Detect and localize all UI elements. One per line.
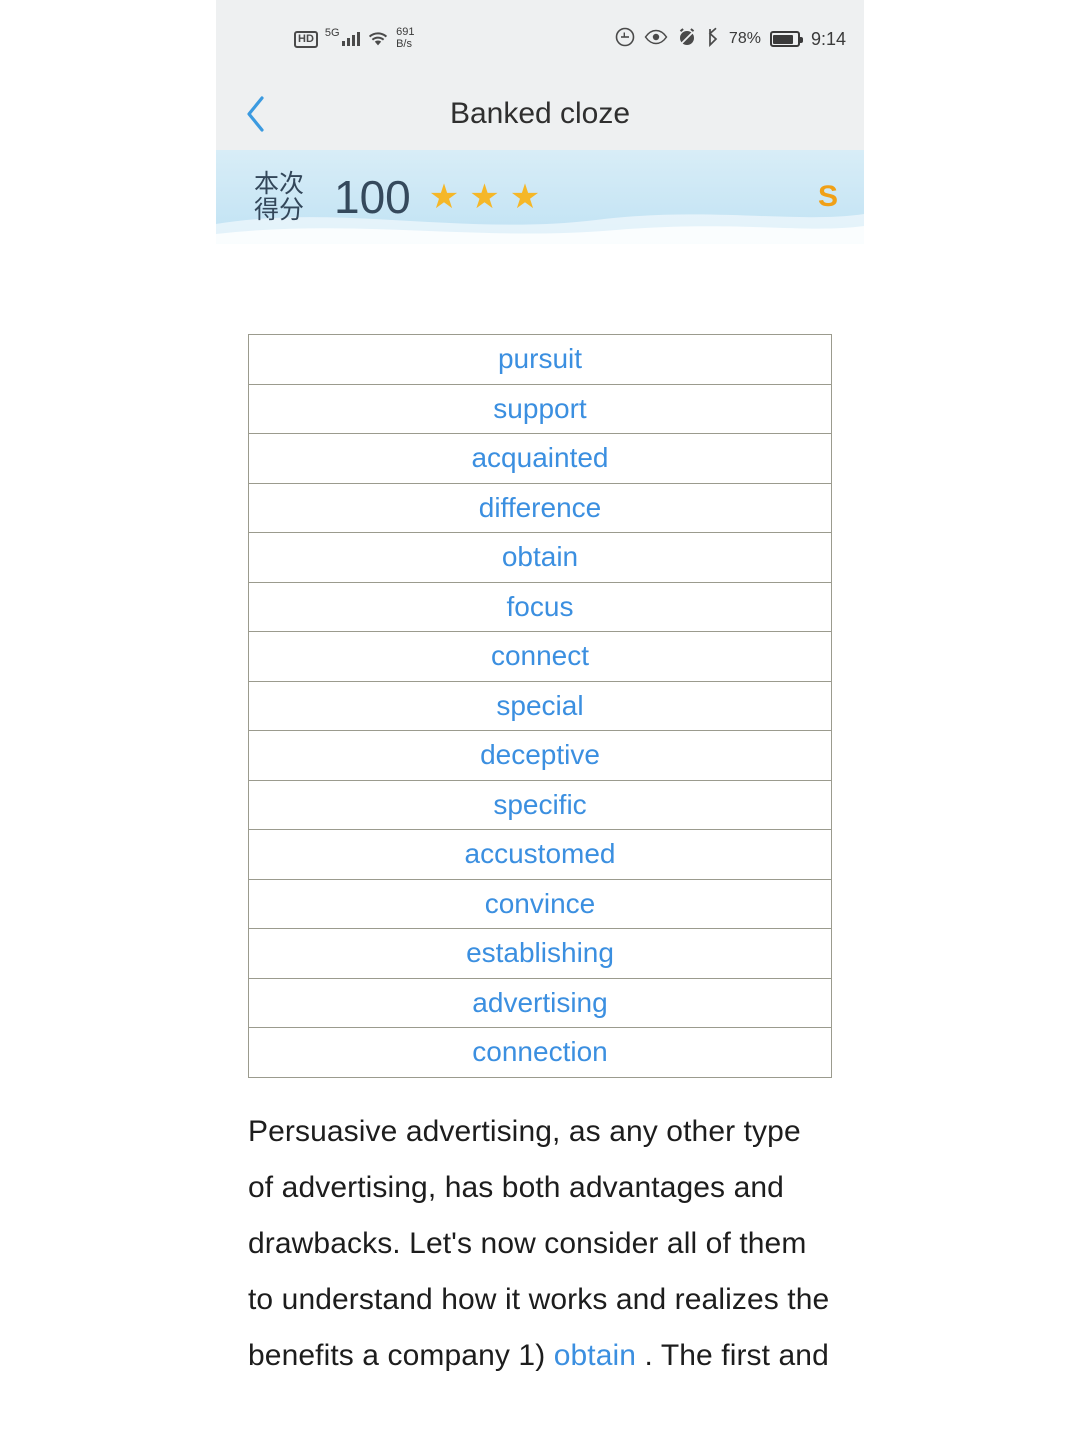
word-bank-label: connection [472, 1036, 608, 1068]
score-banner: 本次得分 100 ★ ★ ★ S [216, 150, 864, 244]
word-bank-row[interactable]: convince [249, 880, 831, 929]
word-bank-label: difference [478, 491, 602, 523]
wifi-icon [367, 31, 389, 48]
back-button[interactable] [234, 92, 278, 136]
word-bank-row[interactable]: deceptive [249, 731, 831, 781]
alarm-mute-icon [677, 27, 697, 52]
word-bank-table: pursuit support acquainted difference ob… [248, 334, 832, 1078]
word-bank-row[interactable]: acquainted [249, 434, 831, 484]
word-bank-label: deceptive [480, 739, 600, 771]
phone-screen: HD 5G 691 B/s 78% 9:14 Banked cloze 本次得分… [216, 0, 864, 1439]
word-bank-row[interactable]: accustomed [249, 830, 831, 880]
word-bank-row[interactable]: advertising [249, 979, 831, 1028]
star-icon: ★ [509, 178, 541, 216]
word-bank-label: obtain [501, 541, 579, 573]
score-label: 本次得分 [254, 169, 305, 224]
passage-body: Persuasive advertising, as any other typ… [248, 1114, 830, 1372]
title-bar: Banked cloze [216, 78, 864, 150]
word-bank-label: advertising [472, 986, 608, 1018]
status-bar-right: 78% 9:14 [615, 27, 846, 52]
passage-blank-answer[interactable]: obtain [554, 1339, 636, 1372]
signal-icon: 5G [325, 27, 361, 46]
score-value: 100 [334, 171, 411, 223]
status-bar: HD 5G 691 B/s 78% 9:14 [216, 0, 864, 78]
word-bank-row[interactable]: special [249, 682, 831, 731]
word-bank-row[interactable]: connection [249, 1028, 831, 1078]
network-rate: 691 B/s [396, 26, 415, 50]
word-bank-label: special [496, 689, 584, 721]
passage-blank-number: 1) [518, 1338, 546, 1372]
hd-icon: HD [294, 30, 318, 48]
passage-tail: . The first and [644, 1338, 829, 1372]
word-bank-label: specific [493, 788, 587, 820]
word-bank-row[interactable]: focus [249, 583, 831, 632]
battery-percent: 78% [728, 30, 761, 47]
chevron-left-icon [247, 96, 264, 132]
word-bank-label: convince [484, 887, 596, 919]
word-bank-label: acquainted [471, 442, 609, 474]
word-bank-label: pursuit [497, 343, 583, 375]
bluetooth-icon [706, 27, 720, 52]
word-bank-label: accustomed [464, 838, 616, 870]
word-bank-label: support [493, 392, 587, 424]
passage-text: Persuasive advertising, as any other typ… [248, 1104, 832, 1384]
star-icon: ★ [428, 178, 460, 216]
word-bank-label: establishing [466, 937, 614, 969]
eye-care-icon [644, 29, 668, 50]
battery-icon [769, 31, 803, 47]
status-bar-left: HD 5G 691 B/s [294, 27, 414, 50]
signal-bars [341, 32, 361, 46]
share-button[interactable]: S [818, 180, 838, 214]
word-bank-row[interactable]: connect [249, 632, 831, 682]
word-bank-row[interactable]: pursuit [249, 335, 831, 385]
page-title: Banked cloze [449, 97, 631, 130]
word-bank-label: focus [506, 590, 574, 622]
word-bank-row[interactable]: obtain [249, 533, 831, 583]
word-bank-row[interactable]: specific [249, 781, 831, 830]
word-bank-row[interactable]: establishing [249, 929, 831, 979]
content-area: pursuit support acquainted difference ob… [216, 334, 864, 1384]
word-bank-row[interactable]: difference [249, 484, 831, 533]
word-bank-label: connect [490, 640, 590, 672]
clock: 9:14 [810, 28, 846, 49]
word-bank-row[interactable]: support [249, 385, 831, 434]
star-rating: ★ ★ ★ [429, 180, 540, 214]
star-icon: ★ [469, 178, 500, 216]
do-not-disturb-icon [615, 27, 635, 52]
